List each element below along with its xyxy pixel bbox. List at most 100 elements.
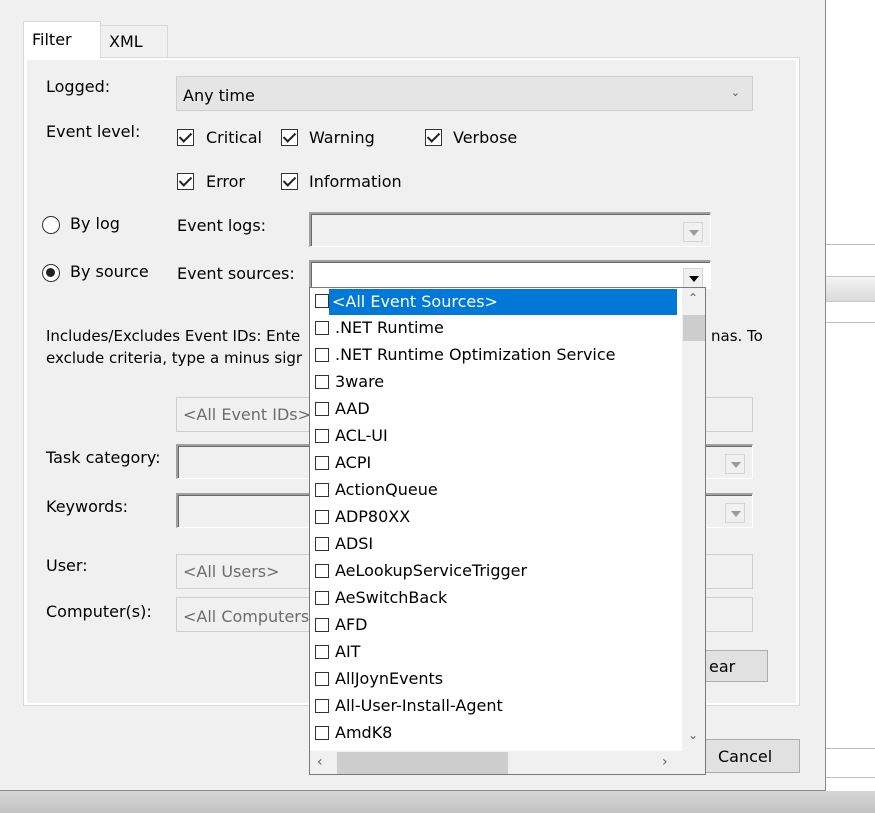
horizontal-scroll-thumb[interactable]: [337, 752, 508, 774]
event-source-checkbox[interactable]: [315, 402, 329, 416]
includes-text-line1-end: nas. To: [711, 327, 763, 345]
event-source-checkbox[interactable]: [315, 483, 329, 497]
event-source-checkbox[interactable]: [315, 726, 329, 740]
tab-xml-label: XML: [109, 32, 143, 51]
event-source-item[interactable]: AFD: [310, 612, 682, 639]
event-source-label: All-User-Install-Agent: [335, 696, 503, 715]
event-source-label: AFD: [335, 615, 368, 634]
event-sources-label: Event sources:: [177, 264, 295, 283]
chevron-up-icon[interactable]: ⌃: [688, 291, 698, 305]
event-source-item[interactable]: AllJoynEvents: [310, 666, 682, 693]
cancel-button-label: Cancel: [718, 747, 773, 766]
background-taskbar: [0, 791, 875, 813]
chevron-down-icon: [731, 462, 741, 468]
warning-checkbox[interactable]: [281, 129, 298, 146]
event-source-item[interactable]: AAD: [310, 396, 682, 423]
vertical-scroll-thumb[interactable]: [683, 315, 705, 341]
event-source-item[interactable]: AeSwitchBack: [310, 585, 682, 612]
keywords-dropdown-button[interactable]: [725, 503, 745, 523]
task-category-label: Task category:: [46, 448, 161, 467]
event-source-item[interactable]: AIT: [310, 639, 682, 666]
event-source-checkbox[interactable]: [315, 672, 329, 686]
by-log-radio[interactable]: [42, 216, 60, 234]
event-source-checkbox[interactable]: [315, 348, 329, 362]
information-checkbox[interactable]: [281, 173, 298, 190]
event-sources-field[interactable]: [309, 260, 711, 289]
keywords-label: Keywords:: [46, 497, 129, 516]
event-source-checkbox[interactable]: [315, 564, 329, 578]
event-source-checkbox[interactable]: [315, 645, 329, 659]
event-source-item[interactable]: All-User-Install-Agent: [310, 693, 682, 720]
event-source-item[interactable]: 3ware: [310, 369, 682, 396]
chevron-down-icon: ⌄: [730, 86, 740, 99]
task-category-dropdown-button[interactable]: [725, 454, 745, 474]
event-source-item[interactable]: .NET Runtime: [310, 315, 682, 342]
event-ids-placeholder: <All Event IDs>: [183, 405, 312, 424]
event-source-label: ACPI: [335, 453, 372, 472]
event-source-label: .NET Runtime: [335, 318, 444, 337]
event-source-item[interactable]: .NET Runtime Optimization Service: [310, 342, 682, 369]
chevron-down-icon: [689, 276, 699, 282]
tab-filter-label: Filter: [32, 30, 72, 49]
event-source-checkbox[interactable]: [315, 510, 329, 524]
vertical-scrollbar[interactable]: ⌃ ⌄: [682, 288, 705, 751]
user-label: User:: [46, 556, 88, 575]
event-source-item[interactable]: AmdK8: [310, 720, 682, 747]
verbose-checkbox[interactable]: [425, 129, 442, 146]
by-source-radio[interactable]: [42, 264, 60, 282]
event-logs-dropdown-button[interactable]: [683, 222, 703, 242]
includes-text-line1: Includes/Excludes Event IDs: Ente: [46, 327, 301, 345]
chevron-right-icon[interactable]: ›: [662, 754, 668, 770]
computers-placeholder: <All Computers>: [183, 607, 323, 626]
event-source-label: AllJoynEvents: [335, 669, 444, 688]
event-source-item[interactable]: <All Event Sources>: [310, 288, 682, 315]
event-source-checkbox[interactable]: [315, 618, 329, 632]
warning-label: Warning: [309, 128, 375, 147]
event-source-checkbox[interactable]: [315, 591, 329, 605]
event-source-item[interactable]: ADP80XX: [310, 504, 682, 531]
critical-checkbox[interactable]: [177, 129, 194, 146]
event-sources-dropdown-button[interactable]: [683, 268, 703, 288]
tab-xml[interactable]: XML: [100, 25, 168, 57]
horizontal-scrollbar[interactable]: ‹ ›: [310, 751, 682, 774]
event-logs-field[interactable]: [309, 212, 711, 247]
event-source-label: ActionQueue: [335, 480, 438, 499]
clear-button-label: ear: [709, 657, 736, 676]
error-label: Error: [206, 172, 245, 191]
event-source-checkbox[interactable]: [315, 375, 329, 389]
event-source-label: ACL-UI: [335, 426, 388, 445]
event-source-label: ADSI: [335, 534, 374, 553]
chevron-down-icon: [731, 511, 741, 517]
by-source-label: By source: [70, 262, 149, 281]
event-source-label: <All Event Sources>: [329, 289, 677, 315]
computers-label: Computer(s):: [46, 602, 152, 621]
includes-text-line2: exclude criteria, type a minus sigr: [46, 349, 303, 367]
event-source-item[interactable]: AeLookupServiceTrigger: [310, 558, 682, 585]
chevron-down-icon[interactable]: ⌄: [688, 728, 698, 742]
event-source-item[interactable]: ADSI: [310, 531, 682, 558]
event-source-checkbox[interactable]: [315, 294, 329, 308]
event-source-item[interactable]: ACL-UI: [310, 423, 682, 450]
event-source-label: AAD: [335, 399, 370, 418]
event-source-label: 3ware: [335, 372, 385, 391]
event-sources-dropdown-list[interactable]: <All Event Sources> .NET Runtime .NET Runt…: [309, 287, 706, 775]
event-source-label: AeLookupServiceTrigger: [335, 561, 528, 580]
event-source-checkbox[interactable]: [315, 456, 329, 470]
event-source-item[interactable]: ACPI: [310, 450, 682, 477]
user-placeholder: <All Users>: [183, 562, 280, 581]
event-source-checkbox[interactable]: [315, 321, 329, 335]
event-source-label: AIT: [335, 642, 361, 661]
event-source-checkbox[interactable]: [315, 699, 329, 713]
event-source-label: AeSwitchBack: [335, 588, 448, 607]
logged-select[interactable]: Any time ⌄: [176, 76, 753, 111]
event-source-label: AmdK8: [335, 723, 393, 742]
tab-filter[interactable]: Filter: [23, 21, 101, 58]
event-source-checkbox[interactable]: [315, 537, 329, 551]
information-label: Information: [309, 172, 402, 191]
event-source-label: .NET Runtime Optimization Service: [335, 345, 616, 364]
chevron-left-icon[interactable]: ‹: [317, 754, 323, 770]
error-checkbox[interactable]: [177, 173, 194, 190]
event-source-item[interactable]: ActionQueue: [310, 477, 682, 504]
event-source-checkbox[interactable]: [315, 429, 329, 443]
verbose-label: Verbose: [453, 128, 518, 147]
